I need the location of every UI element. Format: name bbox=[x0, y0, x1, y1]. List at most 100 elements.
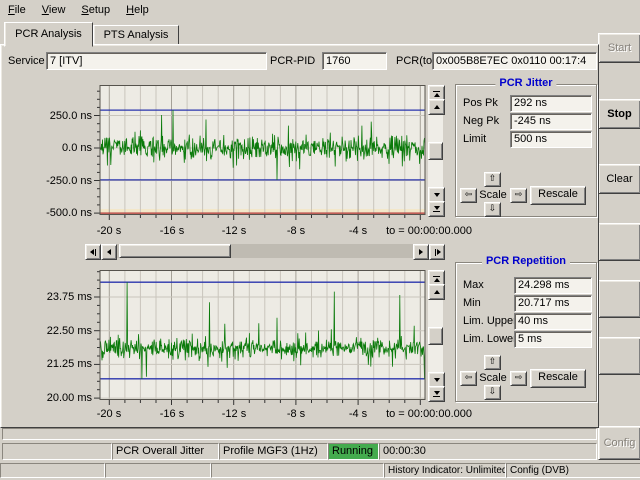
y-tick-label: 21.25 ms bbox=[47, 358, 92, 370]
y-tick-label: 0.0 ns bbox=[62, 142, 92, 154]
x-tick-label: -12 s bbox=[213, 225, 255, 237]
service-label: Service bbox=[8, 55, 45, 67]
time-horizontal-scrollbar[interactable] bbox=[85, 244, 445, 258]
y-tick-label: 20.00 ms bbox=[47, 392, 92, 404]
service-field[interactable]: 7 [ITV] bbox=[46, 52, 267, 70]
y-tick-label: -250.0 ns bbox=[46, 175, 92, 187]
scroll-far-right-icon[interactable] bbox=[429, 244, 445, 260]
scroll-far-left-icon[interactable] bbox=[85, 244, 101, 260]
config-button[interactable]: Config bbox=[598, 426, 640, 460]
menu-file[interactable]: File bbox=[0, 2, 34, 18]
pcr-jitter-x-axis: -20 s -16 s -12 s -8 s -4 s to = 00:00:00.000 bbox=[0, 225, 640, 238]
scroll-bottom-icon[interactable] bbox=[428, 386, 445, 402]
scale-up-icon[interactable]: ⇧ bbox=[484, 355, 501, 370]
scale-left-icon[interactable]: ⇦ bbox=[460, 371, 477, 386]
x-tick-label: -20 s bbox=[88, 225, 130, 237]
pcr-jitter-chart bbox=[94, 85, 426, 221]
y-tick-label: 250.0 ns bbox=[50, 110, 92, 122]
status-cell-empty bbox=[2, 443, 112, 460]
scroll-left-icon[interactable] bbox=[101, 244, 117, 260]
pcr-pid-field[interactable]: 1760 bbox=[322, 52, 387, 70]
scroll-up-icon[interactable] bbox=[428, 284, 445, 300]
footer-history-indicator: History Indicator: Unlimited bbox=[384, 463, 506, 478]
neg-pk-label: Neg Pk bbox=[463, 113, 499, 129]
pcr-to-label: PCR(to) bbox=[396, 55, 436, 67]
x-tick-label: -4 s bbox=[337, 408, 379, 420]
status-elapsed: 00:00:30 bbox=[379, 443, 597, 460]
status-mode: PCR Overall Jitter bbox=[112, 443, 219, 460]
x-tick-label: -8 s bbox=[275, 225, 317, 237]
x-tick-label: -16 s bbox=[151, 408, 193, 420]
pcr-analyzer-window: File View Setup Help PCR Analysis PTS An… bbox=[0, 0, 640, 480]
menu-bar: File View Setup Help bbox=[0, 0, 640, 19]
pos-pk-value: 292 ns bbox=[510, 95, 592, 112]
x-tick-label: -20 s bbox=[88, 408, 130, 420]
menu-setup[interactable]: Setup bbox=[73, 2, 118, 18]
scroll-bottom-icon[interactable] bbox=[428, 201, 445, 217]
pcr-to-field: 0x005B8E7EC 0x0110 00:17:4 bbox=[432, 52, 597, 70]
scroll-right-icon[interactable] bbox=[413, 244, 429, 260]
y-tick-label: 22.50 ms bbox=[47, 325, 92, 337]
x-tick-label: -4 s bbox=[337, 225, 379, 237]
pcr-repetition-panel: PCR Repetition Max 24.298 ms Min 20.717 … bbox=[455, 262, 597, 402]
lim-upper-value[interactable]: 40 ms bbox=[514, 313, 592, 330]
limit-value[interactable]: 500 ns bbox=[510, 131, 592, 148]
pcr-repetition-chart bbox=[94, 270, 426, 406]
scroll-thumb[interactable] bbox=[428, 327, 443, 345]
x-axis-end-time-label: to = 00:00:00.000 bbox=[386, 225, 472, 237]
menu-view[interactable]: View bbox=[34, 2, 74, 18]
pcr-repetition-x-axis: -20 s -16 s -12 s -8 s -4 s to = 00:00:00.000 bbox=[0, 408, 640, 421]
y-tick-label: -500.0 ns bbox=[46, 207, 92, 219]
pcr-repetition-y-axis: 23.75 ms22.50 ms21.25 ms20.00 ms bbox=[28, 270, 92, 400]
footer-cell-empty bbox=[105, 463, 211, 478]
tab-pcr-analysis[interactable]: PCR Analysis bbox=[4, 22, 93, 47]
scale-down-icon[interactable]: ⇩ bbox=[484, 202, 501, 217]
pos-pk-label: Pos Pk bbox=[463, 95, 498, 111]
scale-right-icon[interactable]: ⇨ bbox=[510, 371, 527, 386]
pcr-jitter-title: PCR Jitter bbox=[495, 77, 556, 89]
scroll-up-icon[interactable] bbox=[428, 99, 445, 115]
rescale-button[interactable]: Rescale bbox=[530, 186, 586, 205]
scale-down-icon[interactable]: ⇩ bbox=[484, 385, 501, 400]
blank-button bbox=[598, 280, 640, 318]
scale-left-icon[interactable]: ⇦ bbox=[460, 188, 477, 203]
x-tick-label: -16 s bbox=[151, 225, 193, 237]
stop-button[interactable]: Stop bbox=[598, 99, 640, 129]
pcr-jitter-y-axis: 250.0 ns0.0 ns-250.0 ns-500.0 ns bbox=[28, 85, 92, 215]
min-label: Min bbox=[463, 295, 481, 311]
scale-up-icon[interactable]: ⇧ bbox=[484, 172, 501, 187]
tab-pts-analysis[interactable]: PTS Analysis bbox=[93, 25, 179, 46]
min-value: 20.717 ms bbox=[514, 295, 592, 312]
y-tick-label: 23.75 ms bbox=[47, 291, 92, 303]
footer-cell-empty bbox=[0, 463, 105, 478]
max-value: 24.298 ms bbox=[514, 277, 592, 294]
pcr-jitter-panel: PCR Jitter Pos Pk 292 ns Neg Pk -245 ns … bbox=[455, 84, 597, 217]
footer-cell-empty bbox=[211, 463, 384, 478]
x-axis-end-time-label: to = 00:00:00.000 bbox=[386, 408, 472, 420]
status-running: Running bbox=[328, 443, 379, 460]
scroll-track[interactable] bbox=[117, 244, 413, 258]
pcr-repetition-title: PCR Repetition bbox=[482, 255, 570, 267]
rescale-button[interactable]: Rescale bbox=[530, 369, 586, 388]
neg-pk-value: -245 ns bbox=[510, 113, 592, 130]
blank-button bbox=[598, 337, 640, 375]
status-profile: Profile MGF3 (1Hz) bbox=[219, 443, 328, 460]
jitter-vertical-scrollbar[interactable] bbox=[428, 85, 443, 215]
max-label: Max bbox=[463, 277, 484, 293]
scale-right-icon[interactable]: ⇨ bbox=[510, 188, 527, 203]
lim-lower-value[interactable]: 5 ms bbox=[514, 331, 592, 348]
scroll-thumb[interactable] bbox=[119, 244, 231, 258]
lim-lower-label: Lim. Lower bbox=[463, 331, 517, 347]
repetition-vertical-scrollbar[interactable] bbox=[428, 270, 443, 400]
progress-strip bbox=[2, 428, 597, 440]
x-tick-label: -12 s bbox=[213, 408, 255, 420]
pcr-pid-label: PCR-PID bbox=[270, 55, 315, 67]
menu-help[interactable]: Help bbox=[118, 2, 157, 18]
scale-label: Scale bbox=[477, 189, 509, 201]
footer-config-mode: Config (DVB) bbox=[506, 463, 640, 478]
limit-label: Limit bbox=[463, 131, 486, 147]
scroll-thumb[interactable] bbox=[428, 142, 443, 160]
x-tick-label: -8 s bbox=[275, 408, 317, 420]
clear-button[interactable]: Clear bbox=[598, 164, 640, 194]
start-button[interactable]: Start bbox=[598, 33, 640, 63]
